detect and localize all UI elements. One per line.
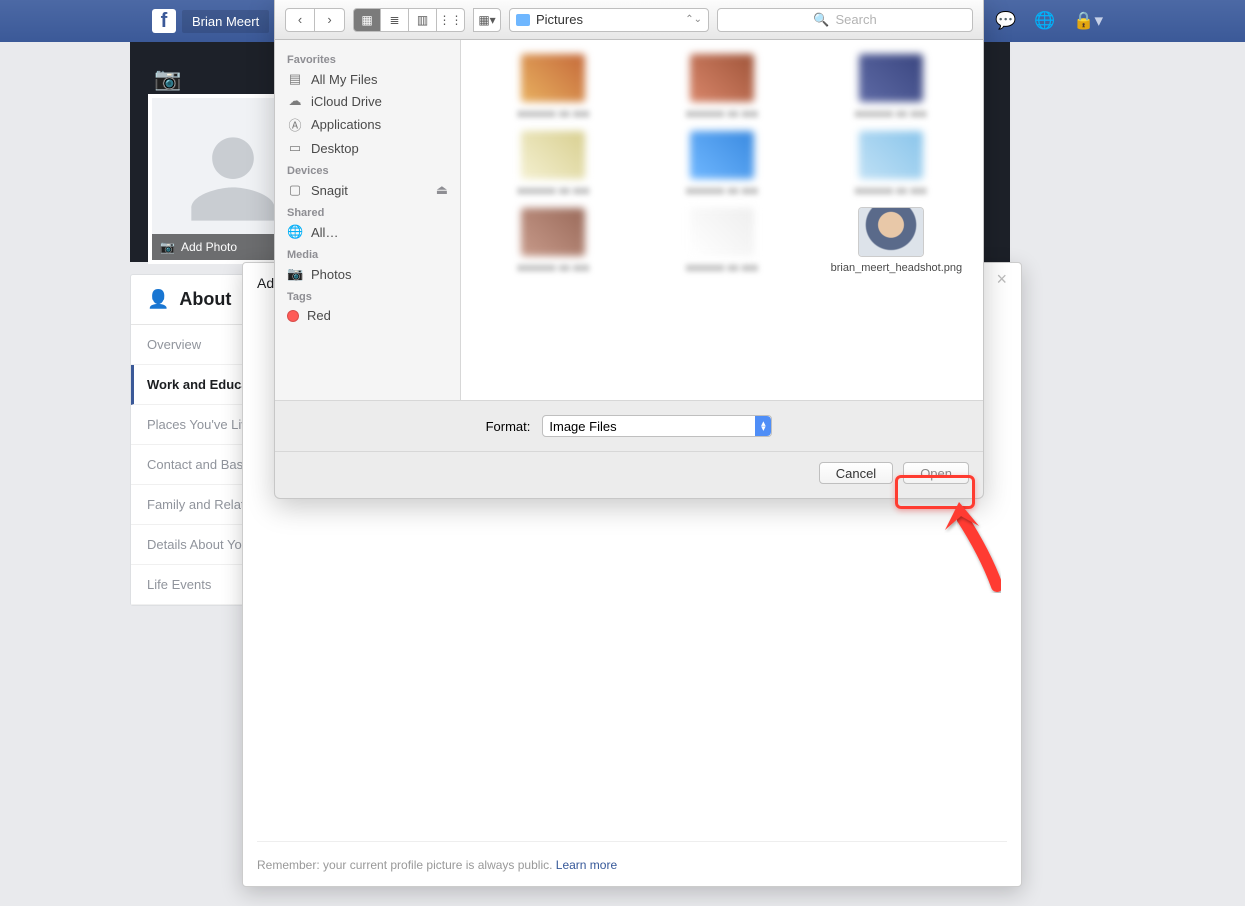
view-mode-segment: ▦ ≣ ▥ ⋮⋮ [353, 8, 465, 32]
modal-separator [257, 841, 1007, 842]
modal-title: Ad [257, 275, 274, 291]
devices-header: Devices [275, 159, 460, 179]
facebook-user-chip[interactable]: Brian Meert [182, 10, 269, 33]
coverflow-view-button[interactable]: ⋮⋮ [437, 8, 465, 32]
file-item[interactable]: xxxxxxx xx xxx [469, 208, 638, 275]
cloud-icon: ☁ [287, 93, 303, 109]
silhouette-icon [183, 129, 283, 229]
favorites-header: Favorites [275, 48, 460, 68]
chevron-updown-icon: ⌃⌄ [685, 14, 702, 25]
finder-sidebar: Favorites ▤All My Files ☁iCloud Drive ⒶA… [275, 40, 461, 400]
finder-open-dialog: ‹ › ▦ ≣ ▥ ⋮⋮ ▦▾ Pictures ⌃⌄ 🔍 Search Fav… [274, 0, 984, 499]
dialog-buttons: Cancel Open [275, 452, 983, 498]
tags-header: Tags [275, 285, 460, 305]
media-header: Media [275, 243, 460, 263]
search-field[interactable]: 🔍 Search [717, 8, 973, 32]
forward-button[interactable]: › [315, 8, 345, 32]
sidebar-item-photos[interactable]: 📷Photos [275, 263, 460, 285]
sidebar-item-icloud[interactable]: ☁iCloud Drive [275, 90, 460, 112]
icon-view-button[interactable]: ▦ [353, 8, 381, 32]
cancel-button[interactable]: Cancel [819, 462, 893, 484]
group-button[interactable]: ▦▾ [473, 8, 501, 32]
sidebar-item-desktop[interactable]: ▭Desktop [275, 137, 460, 159]
sidebar-item-applications[interactable]: ⒶApplications [275, 112, 460, 137]
file-item-headshot[interactable]: brian_meert_headshot.png [806, 208, 975, 275]
file-item[interactable]: xxxxxxx xx xxx [469, 131, 638, 198]
group-segment: ▦▾ [473, 8, 501, 32]
disk-icon: ▢ [287, 182, 303, 198]
path-label: Pictures [536, 12, 583, 27]
file-item[interactable]: xxxxxxx xx xxx [806, 131, 975, 198]
cover-camera-icon[interactable]: 📷 [154, 66, 181, 92]
tag-dot-red [287, 310, 299, 322]
nav-buttons: ‹ › [285, 8, 345, 32]
all-files-icon: ▤ [287, 71, 303, 87]
file-item[interactable]: xxxxxxx xx xxx [638, 208, 807, 275]
search-placeholder: Search [835, 12, 876, 27]
shared-header: Shared [275, 201, 460, 221]
format-select[interactable]: Image Files ▴▾ [542, 415, 772, 437]
applications-icon: Ⓐ [287, 115, 303, 134]
file-item[interactable]: xxxxxxx xx xxx [638, 131, 807, 198]
sidebar-item-snagit[interactable]: ▢Snagit⏏ [275, 179, 460, 201]
file-name-label: brian_meert_headshot.png [831, 262, 951, 275]
finder-toolbar: ‹ › ▦ ≣ ▥ ⋮⋮ ▦▾ Pictures ⌃⌄ 🔍 Search [275, 0, 983, 40]
path-dropdown[interactable]: Pictures ⌃⌄ [509, 8, 709, 32]
list-view-button[interactable]: ≣ [381, 8, 409, 32]
sidebar-tag-red[interactable]: Red [275, 305, 460, 326]
modal-footer: Remember: your current profile picture i… [257, 858, 617, 872]
folder-icon [516, 14, 530, 26]
globe-icon[interactable]: 🌐 [1034, 11, 1055, 31]
back-button[interactable]: ‹ [285, 8, 315, 32]
eject-icon[interactable]: ⏏ [436, 182, 448, 198]
privacy-lock-icon[interactable]: 🔒▾ [1073, 11, 1103, 31]
column-view-button[interactable]: ▥ [409, 8, 437, 32]
search-icon: 🔍 [813, 12, 829, 28]
chevron-updown-icon: ▴▾ [755, 416, 771, 436]
open-button[interactable]: Open [903, 462, 969, 484]
chat-icon[interactable]: 💬 [995, 11, 1016, 31]
file-grid: xxxxxxx xx xxx xxxxxxx xx xxx xxxxxxx xx… [461, 40, 983, 400]
desktop-icon: ▭ [287, 140, 303, 156]
camera-icon: 📷 [287, 266, 303, 282]
person-icon: 👤 [147, 289, 169, 310]
sidebar-item-shared-all[interactable]: 🌐All… [275, 221, 460, 243]
format-label: Format: [486, 419, 531, 434]
file-item[interactable]: xxxxxxx xx xxx [806, 54, 975, 121]
facebook-logo[interactable]: f [152, 9, 176, 33]
sidebar-item-all-my-files[interactable]: ▤All My Files [275, 68, 460, 90]
format-row: Format: Image Files ▴▾ [275, 400, 983, 452]
add-photo-label: Add Photo [181, 240, 237, 254]
network-icon: 🌐 [287, 224, 303, 240]
learn-more-link[interactable]: Learn more [556, 858, 617, 872]
file-item[interactable]: xxxxxxx xx xxx [638, 54, 807, 121]
file-item[interactable]: xxxxxxx xx xxx [469, 54, 638, 121]
camera-icon: 📷 [160, 240, 175, 254]
modal-close-button[interactable]: × [996, 269, 1007, 290]
